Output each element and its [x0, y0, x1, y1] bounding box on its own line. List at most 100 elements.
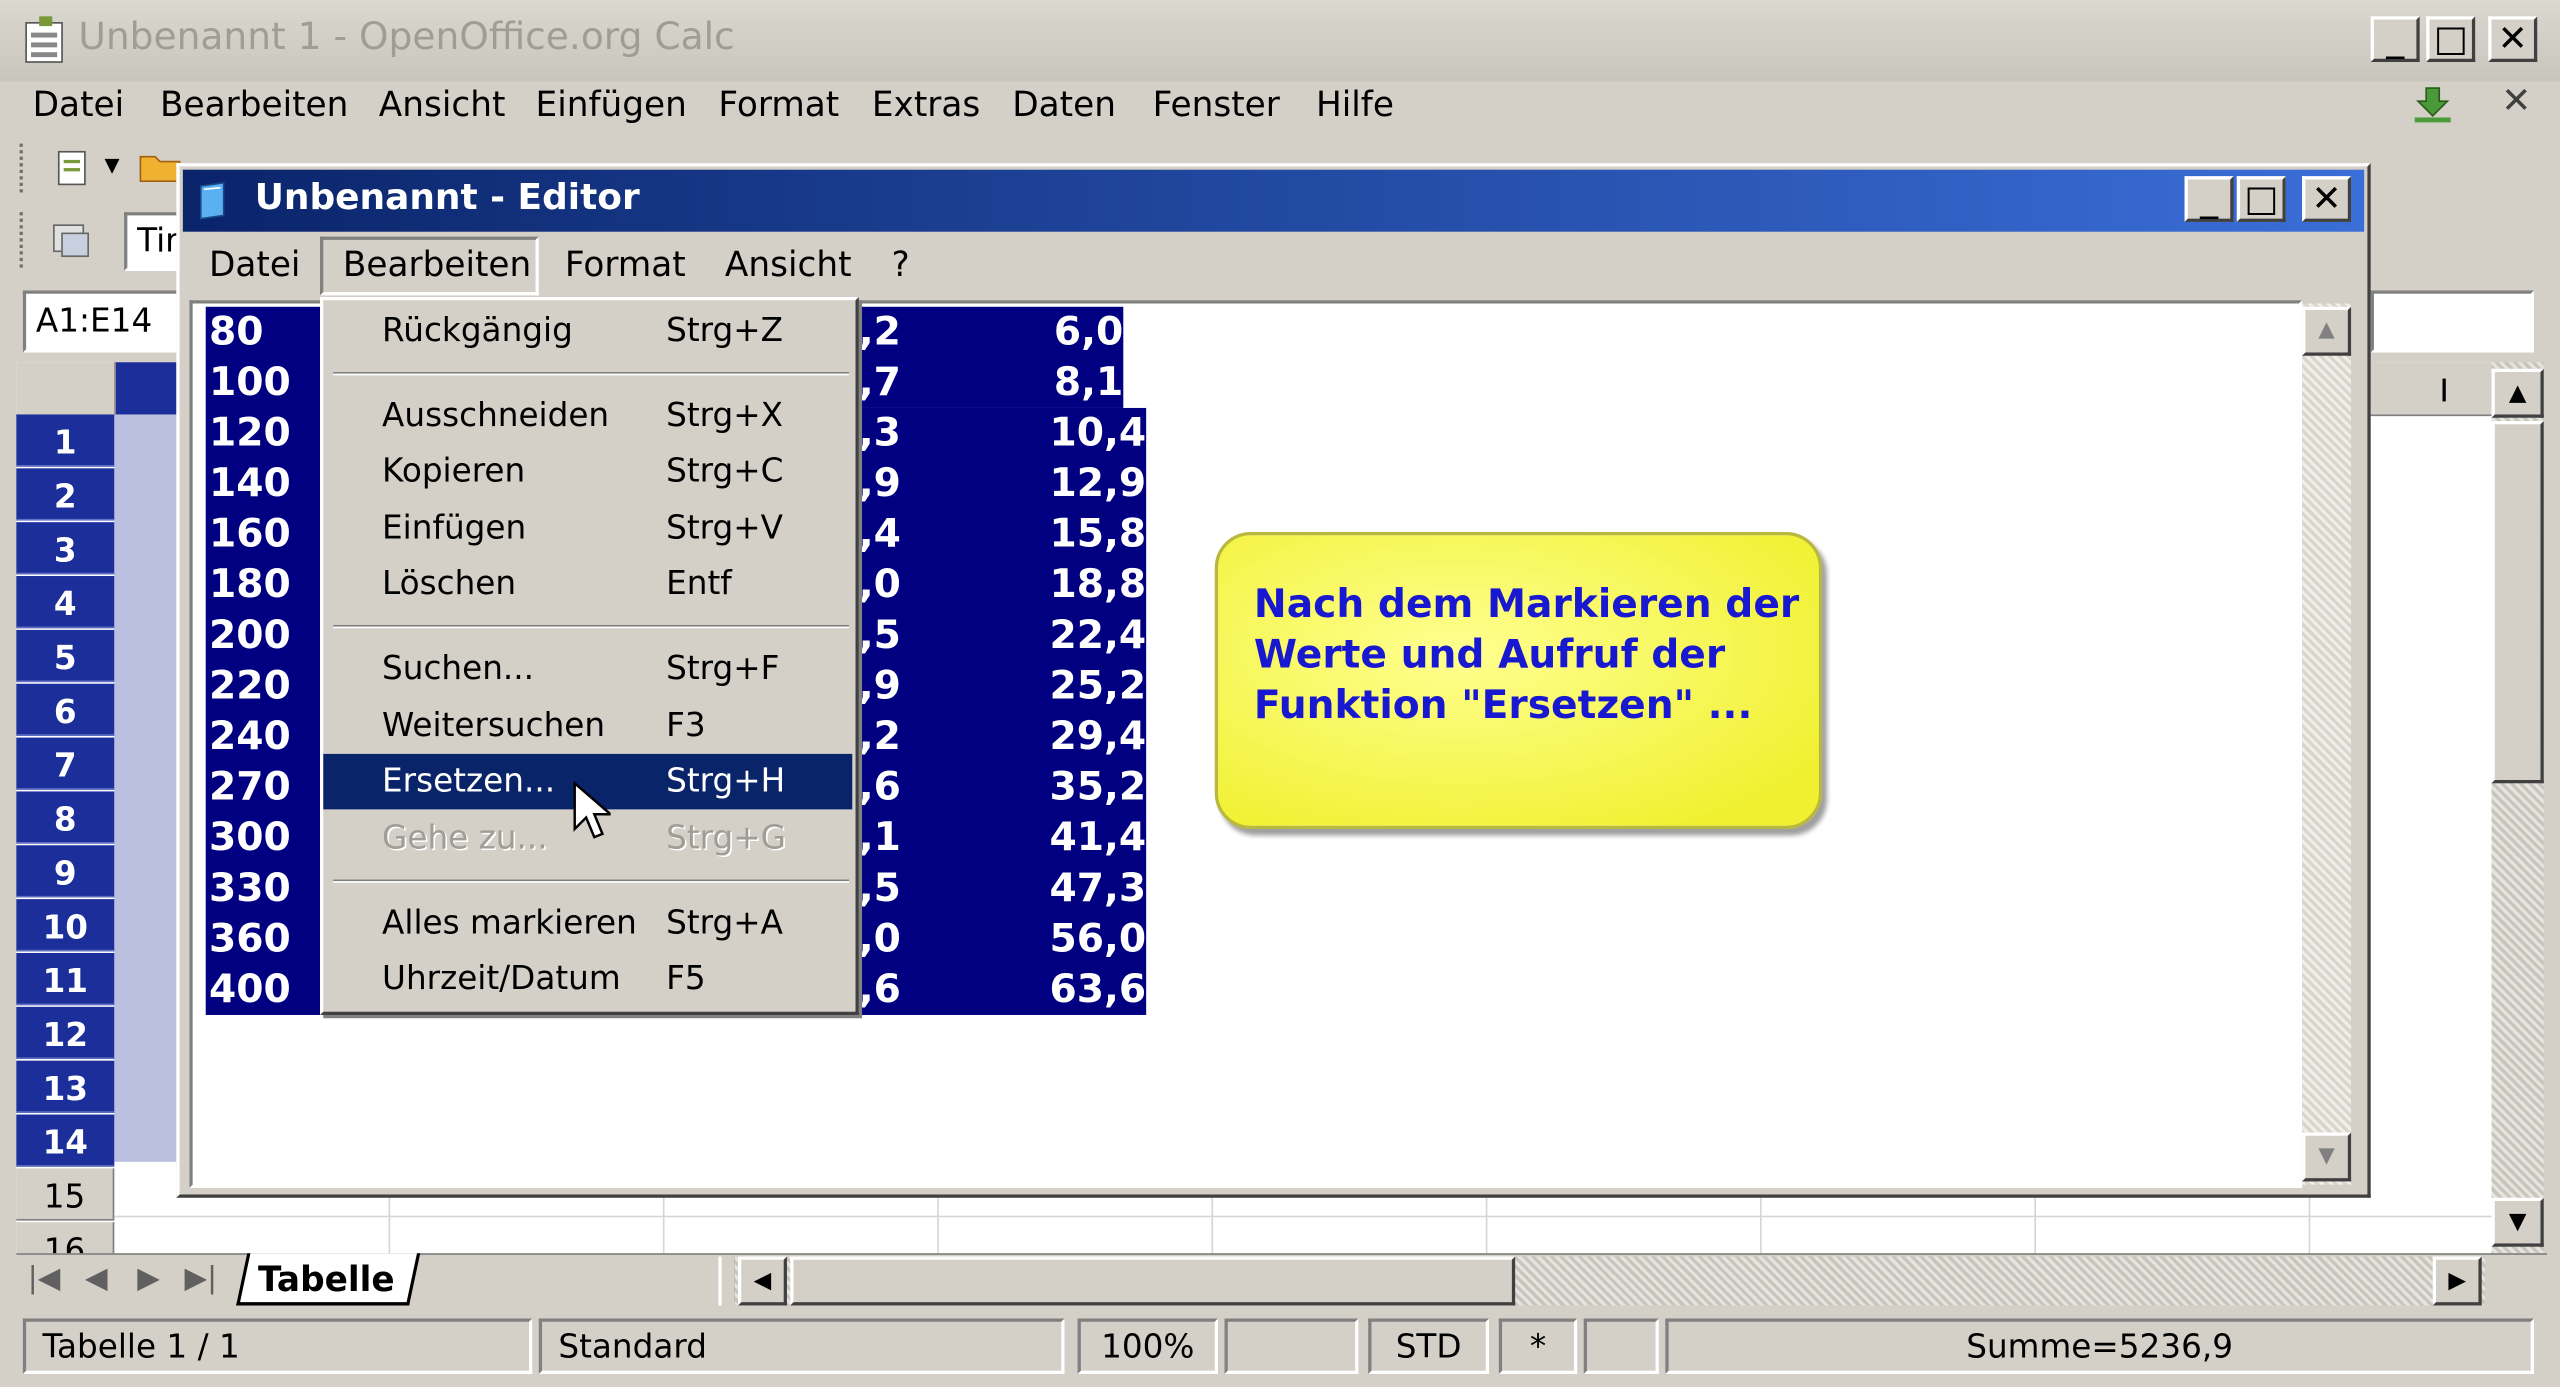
text-line-value: 22,4: [1049, 611, 1147, 658]
text-line-value: ,6: [858, 966, 901, 1012]
editor-vertical-scrollbar[interactable]: [2302, 303, 2352, 1185]
calc-minimize-icon[interactable]: _: [2370, 16, 2420, 63]
menu-item-shortcut: Entf: [666, 562, 732, 603]
row-header[interactable]: 4: [16, 576, 115, 629]
editor-scroll-up-icon[interactable]: ▲: [2302, 306, 2352, 356]
calc-window-title: Unbenannt 1 - OpenOffice.org Calc: [78, 16, 735, 59]
row-header[interactable]: 8: [16, 791, 115, 844]
sheet-tab-tabelle[interactable]: Tabelle: [236, 1253, 421, 1306]
menu-item-kopieren[interactable]: Kopieren Strg+C: [323, 444, 852, 499]
editor-maximize-icon[interactable]: □: [2236, 176, 2286, 222]
horizontal-scroll-thumb[interactable]: [790, 1256, 1516, 1306]
styles-icon[interactable]: [49, 219, 95, 261]
text-line-value: 120: [208, 409, 291, 456]
calc-maximize-icon[interactable]: □: [2426, 16, 2476, 63]
text-line-value: 400: [208, 966, 291, 1012]
scroll-left-icon[interactable]: ◀: [737, 1256, 787, 1306]
row-header[interactable]: 11: [16, 952, 115, 1006]
row-header[interactable]: 12: [16, 1006, 115, 1060]
editor-menu-format[interactable]: Format: [565, 245, 686, 284]
menu-einfuegen[interactable]: Einfügen: [536, 85, 687, 124]
editor-scroll-down-icon[interactable]: ▼: [2302, 1132, 2352, 1182]
name-box[interactable]: A1:E14: [22, 290, 180, 353]
toolbar-grip[interactable]: [19, 143, 28, 193]
menu-item-label: Kopieren: [382, 450, 526, 490]
row-header[interactable]: 7: [16, 737, 115, 790]
formula-input[interactable]: [2370, 290, 2534, 353]
editor-menu-bearbeiten[interactable]: Bearbeiten: [343, 245, 531, 284]
grid-row-line: [114, 1215, 2492, 1218]
calc-close-icon[interactable]: ✕: [2488, 16, 2538, 63]
row-header[interactable]: 6: [16, 683, 115, 736]
row-header[interactable]: 3: [16, 522, 115, 575]
menu-item-einfuegen[interactable]: Einfügen Strg+V: [323, 501, 852, 556]
menu-item-uhrzeit-datum[interactable]: Uhrzeit/Datum F5: [323, 951, 852, 1006]
menu-item-shortcut: Strg+G: [666, 817, 786, 857]
last-sheet-icon[interactable]: ▶|: [176, 1256, 225, 1302]
menu-item-loeschen[interactable]: Löschen Entf: [323, 556, 852, 611]
menu-extras[interactable]: Extras: [872, 85, 980, 124]
select-all-corner[interactable]: [16, 362, 116, 417]
menu-item-alles-markieren[interactable]: Alles markieren Strg+A: [323, 896, 852, 951]
new-document-icon[interactable]: [52, 147, 94, 189]
selected-cells-range[interactable]: [114, 414, 180, 1162]
column-header-a-selected[interactable]: [114, 362, 180, 415]
text-line-value: ,6: [858, 763, 901, 810]
row-header[interactable]: 13: [16, 1060, 115, 1113]
menu-item-ausschneiden[interactable]: Ausschneiden Strg+X: [323, 388, 852, 443]
text-line-value: 240: [208, 713, 291, 759]
status-empty-field: [1224, 1318, 1359, 1374]
status-zoom[interactable]: 100%: [1077, 1318, 1218, 1374]
scroll-right-icon[interactable]: ▶: [2432, 1256, 2482, 1306]
menu-item-rueckgaengig[interactable]: Rückgängig Strg+Z: [323, 304, 852, 359]
toolbar-grip-2[interactable]: [19, 212, 28, 268]
text-line-value: 80: [208, 308, 264, 355]
menu-item-shortcut: Strg+C: [666, 450, 784, 490]
row-header[interactable]: 9: [16, 845, 115, 898]
calc-scroll-thumb[interactable]: [2491, 421, 2544, 784]
row-header[interactable]: 15: [16, 1168, 115, 1221]
download-arrow-icon[interactable]: [2410, 85, 2456, 124]
mouse-pointer-icon: [573, 780, 611, 839]
menu-ansicht[interactable]: Ansicht: [379, 85, 506, 124]
editor-minimize-icon[interactable]: _: [2184, 176, 2234, 222]
editor-menu-ansicht[interactable]: Ansicht: [725, 245, 852, 284]
row-header[interactable]: 10: [16, 899, 115, 952]
editor-close-icon[interactable]: ✕: [2302, 176, 2352, 222]
menu-separator: [333, 372, 850, 376]
close-document-icon[interactable]: ✕: [2501, 82, 2531, 123]
text-line-value: 140: [208, 460, 291, 506]
menu-item-label: Rückgängig: [382, 310, 573, 350]
text-line-value: 360: [208, 915, 291, 962]
row-header[interactable]: 1: [16, 414, 115, 467]
menu-fenster[interactable]: Fenster: [1153, 85, 1280, 124]
menu-daten[interactable]: Daten: [1012, 85, 1116, 124]
status-signature[interactable]: [1583, 1318, 1659, 1374]
menu-item-label: Weitersuchen: [382, 704, 606, 745]
scroll-up-icon[interactable]: ▲: [2491, 368, 2544, 418]
next-sheet-icon[interactable]: ▶: [124, 1256, 173, 1302]
menu-hilfe[interactable]: Hilfe: [1316, 85, 1394, 124]
text-line-value: 220: [208, 662, 291, 709]
scroll-down-icon[interactable]: ▼: [2491, 1197, 2544, 1247]
status-page-style[interactable]: Standard: [538, 1318, 1065, 1374]
row-header[interactable]: 5: [16, 629, 115, 683]
menu-separator: [333, 879, 850, 883]
menu-bearbeiten[interactable]: Bearbeiten: [160, 85, 348, 124]
first-sheet-icon[interactable]: |◀: [20, 1256, 69, 1302]
prev-sheet-icon[interactable]: ◀: [72, 1256, 121, 1302]
menu-item-suchen[interactable]: Suchen... Strg+F: [323, 641, 852, 696]
text-line-value: 160: [208, 510, 291, 557]
menu-format[interactable]: Format: [718, 85, 839, 124]
text-line-value: ,0: [858, 915, 901, 962]
row-header[interactable]: 2: [16, 468, 115, 521]
editor-menu-datei[interactable]: Datei: [209, 245, 300, 284]
row-header[interactable]: 14: [16, 1114, 115, 1167]
menu-item-weitersuchen[interactable]: Weitersuchen F3: [323, 698, 852, 753]
text-line-value: 200: [208, 611, 291, 658]
menu-datei[interactable]: Datei: [33, 85, 124, 124]
editor-menu-help[interactable]: ?: [891, 245, 909, 284]
text-line-value: 6,0: [1053, 308, 1124, 355]
status-mode[interactable]: STD: [1368, 1318, 1490, 1374]
new-dropdown-icon[interactable]: ▼: [104, 153, 119, 176]
